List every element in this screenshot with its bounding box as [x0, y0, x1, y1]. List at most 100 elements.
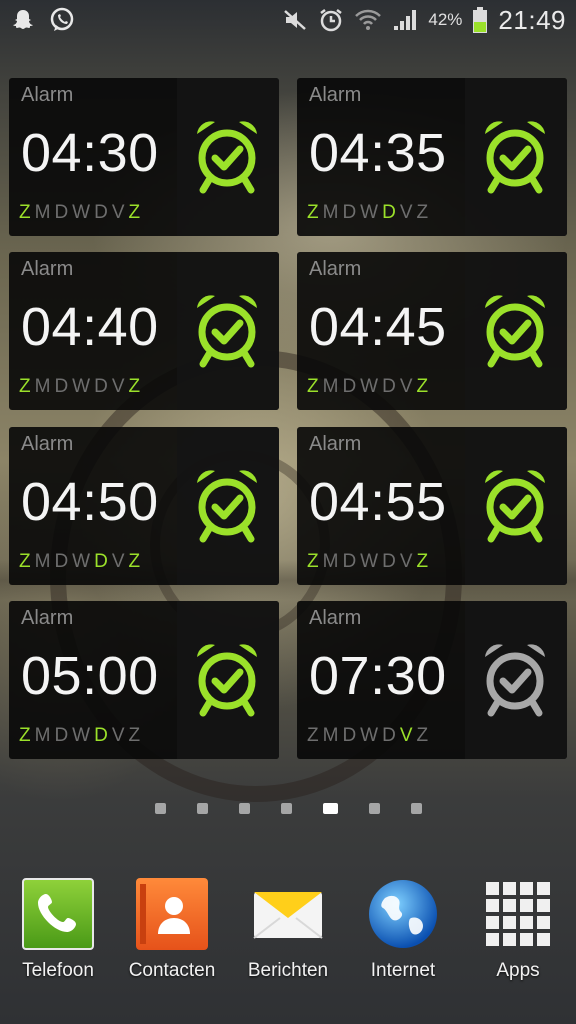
- apps-grid-icon: [482, 878, 554, 950]
- alarm-day: M: [322, 725, 339, 746]
- phone-icon: [22, 878, 94, 950]
- alarm-label: Alarm: [21, 84, 74, 106]
- alarm-day: V: [399, 376, 413, 397]
- alarm-clock-check-icon[interactable]: [191, 116, 263, 196]
- alarm-clock-check-icon[interactable]: [191, 639, 263, 719]
- alarm-day: Z: [307, 551, 319, 572]
- alarm-day: D: [94, 725, 108, 746]
- alarm-day: D: [382, 202, 396, 223]
- alarm-day: Z: [19, 551, 31, 572]
- dock-label: Apps: [496, 960, 540, 981]
- alarm-clock-check-icon[interactable]: [479, 465, 551, 545]
- apps-grid-cell: [520, 899, 533, 912]
- page-dot[interactable]: [410, 802, 422, 814]
- alarm-label: Alarm: [309, 433, 362, 455]
- status-bar[interactable]: 42% 21:49: [0, 0, 576, 40]
- apps-grid-cell: [520, 882, 533, 895]
- alarm-day: D: [54, 551, 69, 572]
- dock-item-contacten[interactable]: Contacten: [116, 870, 228, 982]
- alarm-day: Z: [128, 202, 141, 223]
- battery-percent: 42%: [428, 10, 463, 29]
- alarm-day: W: [360, 551, 379, 572]
- alarm-day: V: [111, 725, 125, 746]
- alarm-clock-check-icon[interactable]: [479, 116, 551, 196]
- apps-grid-cell: [503, 899, 516, 912]
- alarm-clock-check-icon[interactable]: [479, 639, 551, 719]
- dock: Telefoon Contacten Berichten Internet Ap…: [0, 870, 576, 1000]
- alarm-day: W: [72, 376, 91, 397]
- alarm-days: ZMDWDVZ: [19, 202, 140, 224]
- contacts-icon: [136, 878, 208, 950]
- page-dot-active[interactable]: [322, 802, 338, 814]
- alarm-day: D: [342, 376, 357, 397]
- page-dot[interactable]: [196, 802, 208, 814]
- alarm-widget[interactable]: Alarm 04:30 ZMDWDVZ: [9, 78, 279, 236]
- alarm-day: D: [382, 376, 396, 397]
- snapchat-icon: [10, 7, 36, 33]
- alarm-day: D: [382, 725, 396, 746]
- alarm-time: 04:50: [21, 472, 159, 532]
- alarm-time: 04:40: [21, 297, 159, 357]
- status-clock: 21:49: [498, 4, 566, 35]
- alarm-label: Alarm: [309, 607, 362, 629]
- alarm-label: Alarm: [309, 258, 362, 280]
- alarm-day: W: [360, 202, 379, 223]
- dock-label: Internet: [370, 960, 436, 981]
- whatsapp-icon: [48, 6, 76, 34]
- apps-grid-cell: [503, 916, 516, 929]
- alarm-widget[interactable]: Alarm 07:30 ZMDWDVZ: [297, 601, 567, 759]
- page-indicator[interactable]: [0, 800, 576, 816]
- alarm-widget[interactable]: Alarm 04:55 ZMDWDVZ: [297, 427, 567, 585]
- alarm-day: D: [382, 551, 396, 572]
- alarm-day: V: [399, 202, 413, 223]
- alarm-day: M: [322, 551, 339, 572]
- alarm-day: D: [54, 376, 69, 397]
- alarm-clock-check-icon[interactable]: [479, 290, 551, 370]
- apps-grid-cell: [537, 916, 550, 929]
- alarm-day: M: [34, 376, 51, 397]
- dock-item-apps[interactable]: Apps: [462, 870, 574, 982]
- alarm-day: W: [360, 725, 379, 746]
- alarm-widget[interactable]: Alarm 04:40 ZMDWDVZ: [9, 252, 279, 410]
- dock-item-internet[interactable]: Internet: [347, 870, 459, 982]
- apps-grid-cell: [486, 933, 499, 946]
- alarm-day: M: [322, 202, 339, 223]
- alarm-day: Z: [128, 376, 141, 397]
- alarm-widget[interactable]: Alarm 05:00 ZMDWDVZ: [9, 601, 279, 759]
- alarm-time: 04:55: [309, 472, 447, 532]
- messages-icon: [252, 878, 324, 950]
- battery-icon: [472, 6, 488, 34]
- alarm-day: M: [34, 725, 51, 746]
- alarm-days: ZMDWDVZ: [19, 376, 140, 398]
- alarm-day: Z: [416, 202, 429, 223]
- dock-label: Contacten: [128, 960, 216, 981]
- apps-grid-cell: [486, 899, 499, 912]
- page-dot[interactable]: [280, 802, 292, 814]
- page-dot[interactable]: [238, 802, 250, 814]
- alarm-widget[interactable]: Alarm 04:35 ZMDWDVZ: [297, 78, 567, 236]
- apps-grid-cell: [537, 933, 550, 946]
- alarm-day: Z: [19, 202, 31, 223]
- alarm-day: Z: [416, 376, 429, 397]
- alarm-day: M: [34, 202, 51, 223]
- alarm-day: D: [54, 725, 69, 746]
- alarm-days: ZMDWDVZ: [307, 725, 428, 747]
- page-dot[interactable]: [368, 802, 380, 814]
- dock-item-telefoon[interactable]: Telefoon: [2, 870, 114, 982]
- alarm-day: V: [111, 202, 125, 223]
- alarm-time: 04:30: [21, 123, 159, 183]
- dock-item-berichten[interactable]: Berichten: [232, 870, 344, 982]
- alarm-day: D: [94, 202, 108, 223]
- alarm-day: W: [72, 725, 91, 746]
- globe-icon: [367, 878, 439, 950]
- apps-grid-cell: [520, 916, 533, 929]
- alarm-clock-check-icon[interactable]: [191, 465, 263, 545]
- alarm-widget[interactable]: Alarm 04:50 ZMDWDVZ: [9, 427, 279, 585]
- alarm-widget[interactable]: Alarm 04:45 ZMDWDVZ: [297, 252, 567, 410]
- page-dot[interactable]: [154, 802, 166, 814]
- alarm-time: 04:45: [309, 297, 447, 357]
- dock-label: Telefoon: [22, 960, 94, 981]
- apps-grid-cell: [486, 882, 499, 895]
- alarm-label: Alarm: [21, 258, 74, 280]
- alarm-clock-check-icon[interactable]: [191, 290, 263, 370]
